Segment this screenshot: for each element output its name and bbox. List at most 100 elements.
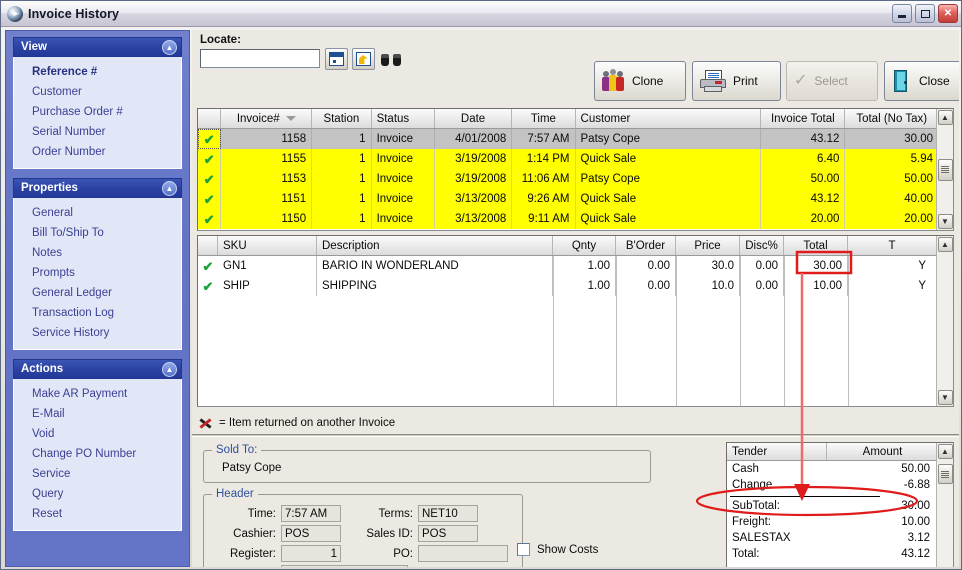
- table-row[interactable]: ✔ SHIP SHIPPING 1.00 0.00 10.0 0.00 10.0…: [198, 276, 953, 296]
- label-register: Register:: [229, 548, 276, 560]
- cell-qnty: 1.00: [553, 256, 616, 276]
- sidebar-group-actions: Actions ▲ Make AR Payment E-Mail Void Ch…: [13, 359, 182, 531]
- sidebar-item-transaction-log[interactable]: Transaction Log: [14, 303, 181, 323]
- check-icon: ✔: [202, 278, 214, 294]
- sidebar-item-serial-number[interactable]: Serial Number: [14, 122, 181, 142]
- print-button[interactable]: Print: [692, 61, 781, 101]
- sidebar-item-general[interactable]: General: [14, 203, 181, 223]
- sidebar-item-reset[interactable]: Reset: [14, 504, 181, 524]
- jump-to-button[interactable]: [352, 48, 375, 70]
- sidebar-group-header-view[interactable]: View ▲: [13, 37, 182, 57]
- clone-button[interactable]: Clone: [594, 61, 686, 101]
- scroll-down-button[interactable]: ▼: [937, 214, 953, 229]
- table-row[interactable]: ✔ 1155 1 Invoice 3/19/2008 1:14 PM Quick…: [198, 149, 938, 169]
- total-label: Freight:: [732, 516, 771, 528]
- table-row[interactable]: ✔ 1150 1 Invoice 3/13/2008 9:11 AM Quick…: [198, 209, 938, 229]
- cell-invoice-number: 1151: [221, 189, 313, 209]
- clone-button-label: Clone: [632, 74, 664, 88]
- column-header-invoice-number[interactable]: Invoice#: [221, 109, 313, 128]
- check-icon: ✔: [203, 211, 215, 227]
- column-header-total[interactable]: Total: [784, 236, 848, 255]
- show-costs-checkbox-row[interactable]: Show Costs: [517, 543, 598, 556]
- chevron-up-icon[interactable]: ▲: [162, 362, 177, 377]
- sidebar-item-service-history[interactable]: Service History: [14, 323, 181, 343]
- cell-status: Invoice: [372, 209, 435, 229]
- show-costs-checkbox[interactable]: [517, 543, 530, 556]
- tender-scrollbar[interactable]: ▲ ▼: [936, 443, 953, 567]
- column-header-customer[interactable]: Customer: [576, 109, 762, 128]
- column-header-sku[interactable]: SKU: [218, 236, 317, 255]
- invoice-grid[interactable]: Invoice# Station Status Date Time Custom…: [197, 108, 954, 231]
- column-header-station[interactable]: Station: [312, 109, 372, 128]
- sidebar-item-query[interactable]: Query: [14, 484, 181, 504]
- scroll-thumb[interactable]: [937, 464, 953, 484]
- table-row[interactable]: ✔ 1153 1 Invoice 3/19/2008 11:06 AM Pats…: [198, 169, 938, 189]
- chevron-up-icon[interactable]: ▲: [162, 40, 177, 55]
- cell-disc: 0.00: [740, 256, 784, 276]
- scroll-down-button[interactable]: ▼: [937, 390, 953, 405]
- locate-input[interactable]: [200, 49, 320, 68]
- date-filter-button[interactable]: [325, 48, 348, 70]
- line-items-grid-scrollbar[interactable]: ▲ ▼: [936, 236, 953, 406]
- minimize-button[interactable]: [892, 4, 912, 23]
- close-button[interactable]: Close: [884, 61, 959, 101]
- find-button[interactable]: [379, 48, 402, 70]
- sidebar-group-header-properties[interactable]: Properties ▲: [13, 178, 182, 198]
- sidebar-item-prompts[interactable]: Prompts: [14, 263, 181, 283]
- cell-time: 11:06 AM: [512, 169, 576, 189]
- sidebar-item-bill-to-ship-to[interactable]: Bill To/Ship To: [14, 223, 181, 243]
- sidebar-item-reference-number[interactable]: Reference #: [14, 62, 181, 82]
- sales-id-field[interactable]: POS: [418, 525, 478, 542]
- tender-header: Tender Amount: [727, 443, 938, 461]
- sidebar-item-purchase-order-number[interactable]: Purchase Order #: [14, 102, 181, 122]
- line-items-grid[interactable]: SKU Description Qnty B'Order Price Disc%…: [197, 235, 954, 407]
- column-header-description[interactable]: Description: [317, 236, 553, 255]
- label-sales-id: Sales ID:: [366, 528, 413, 540]
- cell-sku: SHIP: [218, 276, 317, 296]
- table-row[interactable]: ✔ 1151 1 Invoice 3/13/2008 9:26 AM Quick…: [198, 189, 938, 209]
- sidebar-item-change-po-number[interactable]: Change PO Number: [14, 444, 181, 464]
- column-header-border[interactable]: B'Order: [616, 236, 676, 255]
- sidebar-item-void[interactable]: Void: [14, 424, 181, 444]
- scroll-up-button[interactable]: ▲: [937, 444, 953, 459]
- cell-date: 3/19/2008: [435, 149, 513, 169]
- invoice-grid-scrollbar[interactable]: ▲ ▼: [936, 109, 953, 230]
- column-header-date[interactable]: Date: [435, 109, 513, 128]
- scroll-up-button[interactable]: ▲: [937, 237, 953, 252]
- column-header-qnty[interactable]: Qnty: [553, 236, 616, 255]
- table-row[interactable]: ✔ 1158 1 Invoice 4/01/2008 7:57 AM Patsy…: [198, 129, 938, 149]
- converted-field[interactable]: No: [281, 565, 408, 567]
- column-header-time[interactable]: Time: [512, 109, 576, 128]
- column-header-status[interactable]: Status: [372, 109, 435, 128]
- register-field[interactable]: 1: [281, 545, 341, 562]
- maximize-button[interactable]: [915, 4, 935, 23]
- select-button[interactable]: ✓ Select: [786, 61, 878, 101]
- po-field[interactable]: [418, 545, 508, 562]
- column-header-price[interactable]: Price: [676, 236, 740, 255]
- column-label: Invoice#: [236, 112, 280, 125]
- title-bar: Invoice History ✕: [1, 1, 961, 27]
- table-row[interactable]: ✔ GN1 BARIO IN WONDERLAND 1.00 0.00 30.0…: [198, 256, 953, 276]
- sidebar-group-header-actions[interactable]: Actions ▲: [13, 359, 182, 379]
- column-header-disc[interactable]: Disc%: [740, 236, 784, 255]
- column-header-invoice-total[interactable]: Invoice Total: [761, 109, 846, 128]
- sidebar-item-customer[interactable]: Customer: [14, 82, 181, 102]
- sidebar-item-email[interactable]: E-Mail: [14, 404, 181, 424]
- scroll-up-button[interactable]: ▲: [937, 110, 953, 125]
- close-window-button[interactable]: ✕: [938, 4, 958, 23]
- chevron-up-icon[interactable]: ▲: [162, 181, 177, 196]
- sidebar-item-notes[interactable]: Notes: [14, 243, 181, 263]
- column-header-taxable[interactable]: T: [848, 236, 936, 255]
- sidebar-item-service[interactable]: Service: [14, 464, 181, 484]
- sidebar-item-order-number[interactable]: Order Number: [14, 142, 181, 162]
- column-header-total-no-tax[interactable]: Total (No Tax): [845, 109, 938, 128]
- time-field[interactable]: 7:57 AM: [281, 505, 341, 522]
- sidebar-item-general-ledger[interactable]: General Ledger: [14, 283, 181, 303]
- sidebar-item-make-ar-payment[interactable]: Make AR Payment: [14, 384, 181, 404]
- tender-totals-panel[interactable]: Tender Amount Cash 50.00 Change -6.88 Su…: [726, 442, 954, 567]
- terms-field[interactable]: NET10: [418, 505, 478, 522]
- cashier-field[interactable]: POS: [281, 525, 341, 542]
- sold-to-title: Sold To:: [212, 444, 262, 456]
- scroll-thumb[interactable]: [937, 158, 953, 181]
- cell-total-no-tax: 50.00: [904, 173, 934, 185]
